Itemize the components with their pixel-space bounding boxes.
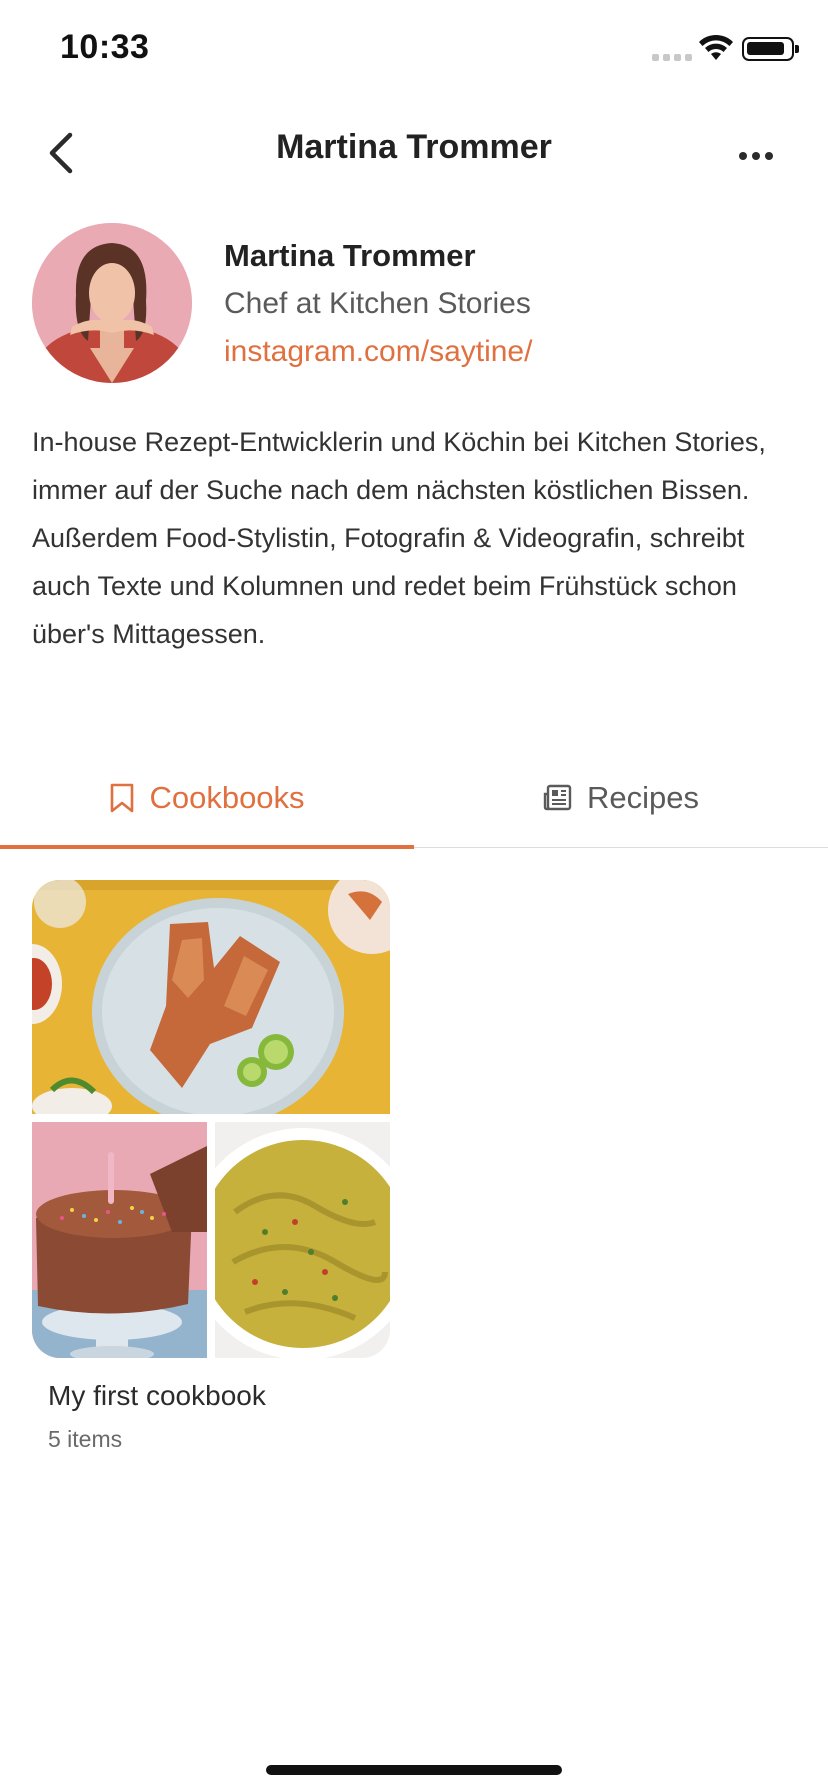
cellular-signal-icon	[652, 54, 692, 61]
avatar	[32, 223, 192, 383]
home-indicator	[266, 1765, 562, 1775]
avatar-photo	[32, 223, 192, 383]
instagram-link[interactable]: instagram.com/saytine/	[224, 335, 532, 369]
profile-bio: In-house Rezept-Entwicklerin und Köchin …	[32, 427, 766, 649]
quesadilla-image	[32, 880, 390, 1114]
status-bar: 10:33	[0, 0, 828, 100]
page-title: Martina Trommer	[276, 128, 552, 166]
cookbook-cover	[32, 880, 390, 1358]
wifi-icon	[699, 34, 733, 60]
active-tab-indicator	[0, 845, 414, 849]
chocolate-cake-image	[32, 1122, 207, 1358]
cookbook-title: My first cookbook	[48, 1380, 266, 1411]
tab-bar: Cookbooks Recipes	[0, 748, 828, 849]
tab-cookbooks-label: Cookbooks	[149, 780, 305, 815]
cookbook-item-count: 5 items	[48, 1426, 123, 1452]
nav-bar: Martina Trommer	[0, 110, 828, 190]
tab-recipes[interactable]: Recipes	[414, 748, 828, 848]
ellipsis-icon	[739, 152, 773, 160]
profile-name: Martina Trommer	[224, 238, 476, 273]
status-time: 10:33	[60, 28, 150, 66]
guacamole-image	[215, 1122, 390, 1358]
battery-icon	[742, 37, 799, 61]
tab-cookbooks[interactable]: Cookbooks	[0, 748, 414, 848]
profile-role: Chef at Kitchen Stories	[224, 287, 531, 320]
newspaper-icon	[543, 784, 572, 811]
cookbook-card[interactable]: My first cookbook 5 items	[32, 880, 390, 1453]
tab-recipes-label: Recipes	[587, 780, 699, 815]
more-options-button[interactable]	[730, 136, 782, 176]
bookmark-icon	[111, 783, 134, 813]
